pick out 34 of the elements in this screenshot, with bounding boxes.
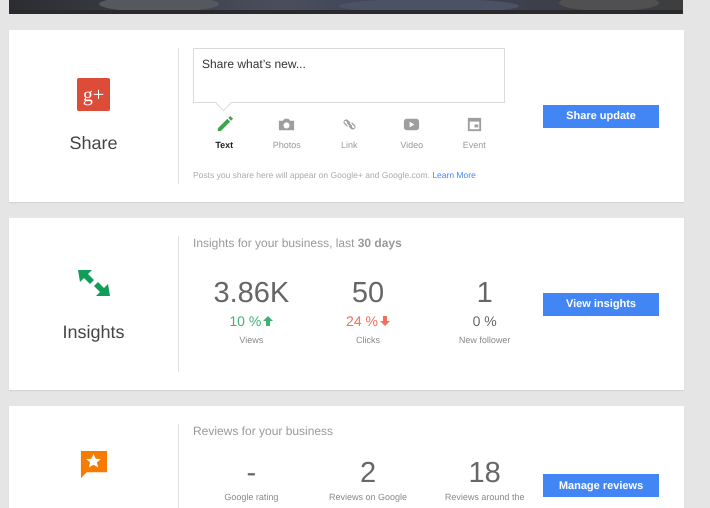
stat-label: Google rating <box>224 492 278 502</box>
stat-label: Reviews on Google <box>328 492 408 502</box>
share-note: Posts you share here will appear on Google+ and Google.com. Learn More <box>193 170 477 180</box>
review-star-icon <box>78 448 109 480</box>
stat-value: 3.86K <box>213 276 290 310</box>
share-update-button[interactable]: Share update <box>543 104 659 128</box>
share-tool-tab[interactable]: Video <box>380 115 443 150</box>
google-plus-logo: g+ <box>77 78 110 111</box>
stat-label: New follower <box>458 335 510 345</box>
share-tool-tab[interactable]: Link <box>318 115 380 150</box>
share-tool-tab[interactable]: Text <box>193 115 256 150</box>
share-input[interactable]: Share what’s new... <box>193 48 505 103</box>
stat-change: 0 % <box>472 313 497 329</box>
card-title: Share <box>69 133 118 154</box>
learn-more-link[interactable]: Learn More <box>432 170 476 180</box>
manage-reviews-button[interactable]: Manage reviews <box>543 474 659 497</box>
stat-label: Views <box>239 335 264 345</box>
stat-change: 10 % <box>229 313 262 329</box>
share-tool-tab[interactable]: Photos <box>256 115 318 150</box>
view-insights-button[interactable]: View insights <box>543 292 659 316</box>
stat-value: 2 <box>360 456 376 490</box>
share-tool-tab[interactable]: Event <box>443 115 506 150</box>
down-arrow-icon <box>380 316 390 326</box>
stat-value: 1 <box>476 276 493 310</box>
stat-value: - <box>246 456 256 490</box>
insights-heading: Insights for your business, last 30 days <box>193 236 403 250</box>
stat-label: Clicks <box>356 335 380 345</box>
stat-value: 18 <box>468 456 501 490</box>
reviews-heading: Reviews for your business <box>193 424 334 438</box>
stat-value: 50 <box>352 276 384 310</box>
up-arrow-icon <box>263 316 274 326</box>
card-title: Insights <box>62 322 125 342</box>
stat-change: 24 % <box>346 313 378 329</box>
stat-label: Reviews around the <box>444 492 524 502</box>
